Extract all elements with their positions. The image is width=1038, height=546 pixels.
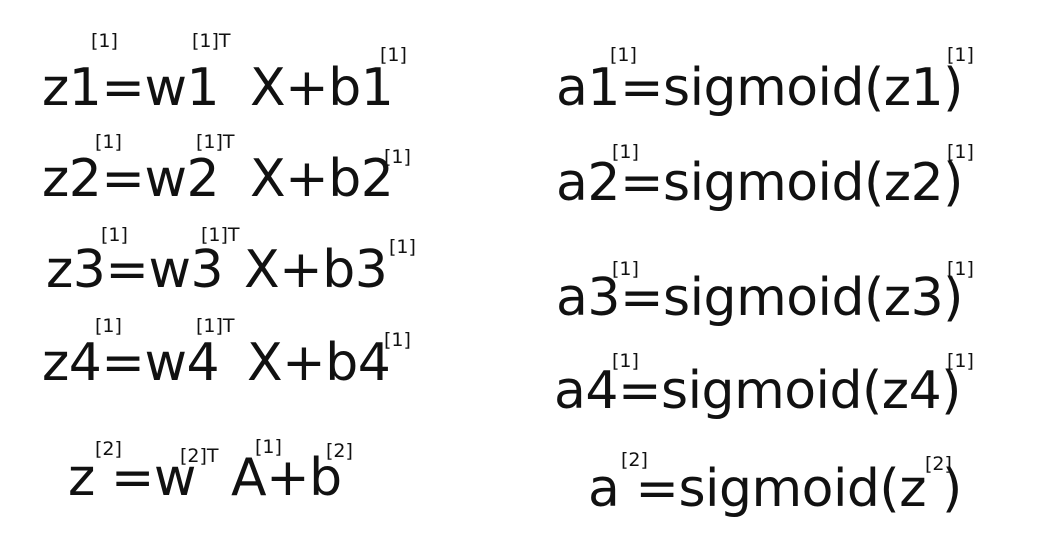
equation-right-1-sup-z: [1]: [947, 44, 974, 66]
equation-left-1-lhs: z1=w1: [42, 58, 220, 118]
equation-left-3-sup-b: [1]: [389, 236, 416, 258]
equation-right-5-sup-z: [2]: [925, 453, 952, 475]
equation-left-3-lhs: z3=w3: [46, 240, 224, 300]
equation-left-2-rhs: X+b2: [250, 149, 394, 209]
equation-left-5-sup-z: [2]: [95, 438, 122, 460]
equation-left-3-sup-z: [1]: [101, 224, 128, 246]
equation-left-4-sup-b: [1]: [384, 329, 411, 351]
equation-left-2-sup-w: [1]T: [196, 131, 235, 153]
equation-right-3-sup-a: [1]: [612, 258, 639, 280]
equation-left-2-sup-b: [1]: [384, 146, 411, 168]
equation-right-2-sup-z: [1]: [947, 141, 974, 163]
equation-left-1-sup-z: [1]: [91, 30, 118, 52]
equation-left-5-sup-b: [2]: [326, 440, 353, 462]
equation-left-4-lhs: z4=w4: [42, 333, 220, 393]
equation-left-1-sup-b: [1]: [380, 44, 407, 66]
equation-left-5-sup-a: [1]: [255, 436, 282, 458]
equation-right-4-sup-z: [1]: [947, 350, 974, 372]
equation-left-3-sup-w: [1]T: [201, 224, 240, 246]
equation-left-3-rhs: X+b3: [244, 240, 388, 300]
equation-right-5-sup-a: [2]: [621, 449, 648, 471]
equation-left-4-sup-w: [1]T: [196, 315, 235, 337]
equation-left-5-lhs: z =w: [68, 448, 196, 508]
equation-right-1-sup-a: [1]: [610, 44, 637, 66]
equation-left-1-rhs: X+b1: [250, 58, 394, 118]
equation-left-2-lhs: z2=w2: [42, 149, 220, 209]
equation-left-4-rhs: X+b4: [247, 333, 391, 393]
equation-left-1-sup-w: [1]T: [192, 30, 231, 52]
equation-left-5-sup-w: [2]T: [180, 445, 219, 467]
equation-right-2-sup-a: [1]: [612, 141, 639, 163]
equation-right-2-text: a2=sigmoid(z2): [556, 153, 963, 213]
equation-right-1-text: a1=sigmoid(z1): [556, 58, 963, 118]
equation-left-4-sup-z: [1]: [95, 315, 122, 337]
equation-right-4-text: a4=sigmoid(z4): [554, 361, 961, 421]
equation-right-4-sup-a: [1]: [612, 350, 639, 372]
equation-right-3-sup-z: [1]: [947, 258, 974, 280]
equation-left-2-sup-z: [1]: [95, 131, 122, 153]
